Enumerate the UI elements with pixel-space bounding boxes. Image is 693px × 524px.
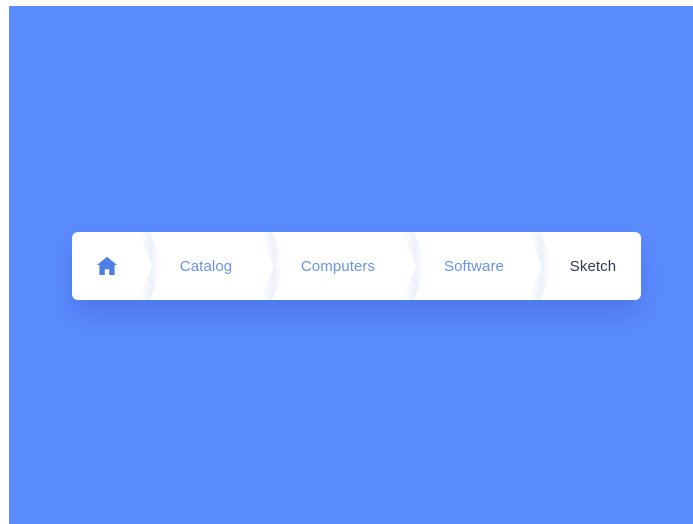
page-background: Catalog Computers Software Sketch — [9, 6, 693, 524]
breadcrumb-item-software[interactable]: Software — [424, 232, 524, 300]
separator-chevron — [138, 232, 164, 300]
separator-chevron — [528, 232, 554, 300]
breadcrumb-item-label: Computers — [300, 257, 376, 275]
breadcrumb: Catalog Computers Software Sketch — [72, 232, 641, 300]
breadcrumb-item-sketch: Sketch — [552, 232, 634, 300]
breadcrumb-home-link[interactable] — [86, 232, 128, 300]
breadcrumb-item-label: Software — [444, 257, 504, 275]
breadcrumb-item-label: Catalog — [179, 257, 233, 275]
breadcrumb-item-computers[interactable]: Computers — [280, 232, 396, 300]
breadcrumb-item-catalog[interactable]: Catalog — [164, 232, 248, 300]
home-icon — [97, 256, 117, 275]
breadcrumb-current-label: Sketch — [569, 257, 617, 275]
